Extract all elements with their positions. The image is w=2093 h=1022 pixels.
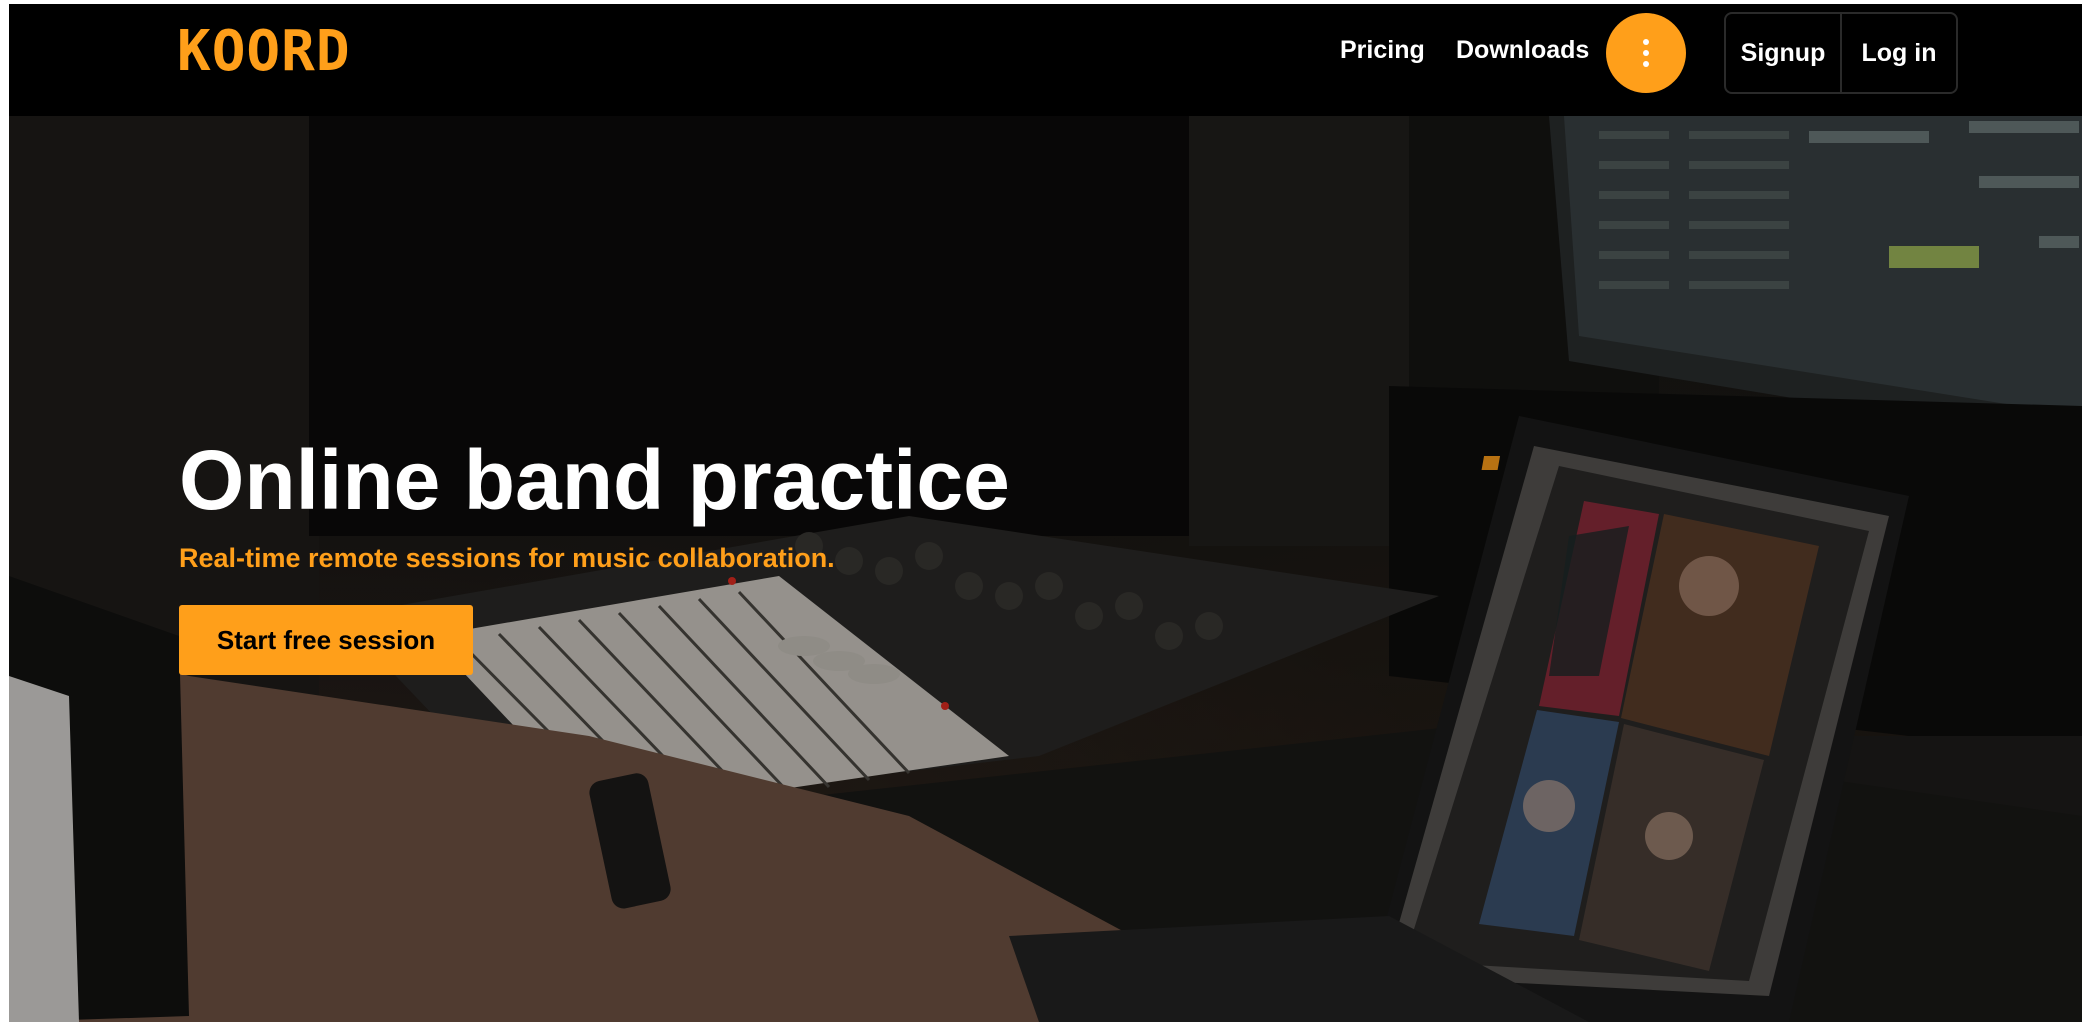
nav-link-downloads[interactable]: Downloads [1456,36,1589,65]
hero-subtitle: Real-time remote sessions for music coll… [179,543,835,573]
hero-title: Online band practice [179,433,1010,527]
signup-button[interactable]: Signup [1726,14,1840,92]
nav-link-pricing[interactable]: Pricing [1340,36,1425,65]
hero-section: Online band practice Real-time remote se… [9,116,2082,1022]
login-button[interactable]: Log in [1840,14,1956,92]
top-navigation-bar: KOORD Pricing Downloads Signup Log in [9,4,2082,116]
vertical-ellipsis-icon [1643,39,1649,67]
more-menu-button[interactable] [1606,13,1686,93]
start-free-session-button[interactable]: Start free session [179,605,473,675]
page-frame: KOORD Pricing Downloads Signup Log in On… [9,4,2082,1022]
auth-button-group: Signup Log in [1724,12,1958,94]
koord-logo[interactable]: KOORD [177,22,351,82]
